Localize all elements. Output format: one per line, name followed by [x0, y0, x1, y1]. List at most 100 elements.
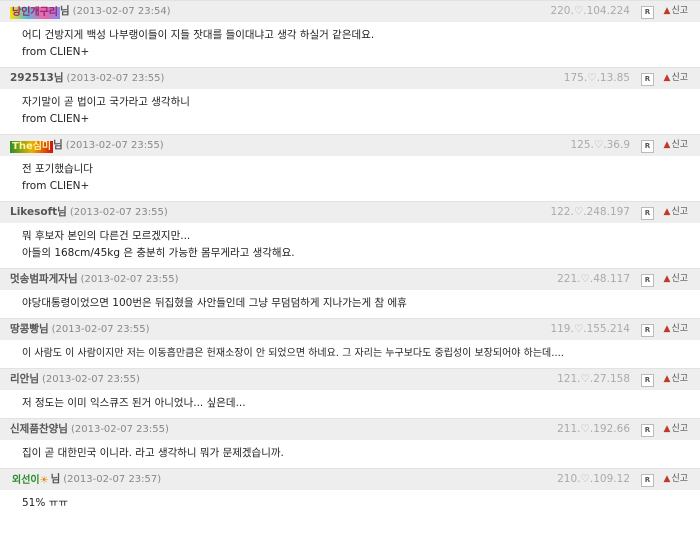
siren-icon: ▲	[663, 324, 671, 334]
comment-item: The심미 님 (2013-02-07 23:55) 125.♡.36.9 R ▲신…	[0, 134, 700, 201]
reply-button[interactable]: R	[641, 140, 654, 153]
comment-header: 리안님 (2013-02-07 23:55) 121.♡.27.158 R ▲신고	[0, 368, 700, 390]
comment-author[interactable]: 292513님 (2013-02-07 23:55)	[10, 68, 164, 89]
reply-button[interactable]: R	[641, 424, 654, 437]
comment-item: 멋송범파게자님 (2013-02-07 23:55) 221.♡.48.117 R…	[0, 268, 700, 318]
comment-item: 292513님 (2013-02-07 23:55) 175.♡.13.85 R …	[0, 67, 700, 134]
comment-text-line: from CLIEN+	[22, 180, 90, 192]
report-button[interactable]: ▲신고	[664, 319, 688, 340]
comment-date: (2013-02-07 23:55)	[51, 324, 150, 335]
nickname-text[interactable]: 292513님	[10, 72, 64, 84]
comment-body: 저 정도는 이미 익스큐즈 된거 아니었나... 싶은데...	[0, 390, 700, 418]
report-button[interactable]: ▲신고	[664, 202, 688, 223]
siren-icon: ▲	[663, 274, 671, 284]
comment-header: Likesoft님 (2013-02-07 23:55) 122.♡.248.19…	[0, 201, 700, 223]
report-button[interactable]: ▲신고	[664, 469, 688, 490]
nickname-image-text: 외선이	[12, 475, 40, 486]
comment-author[interactable]: 신제품찬양님 (2013-02-07 23:55)	[10, 419, 169, 440]
comment-list: 낭인개구리 님 (2013-02-07 23:54) 220.♡.104.224 R…	[0, 0, 700, 518]
comment-date: (2013-02-07 23:55)	[70, 424, 169, 435]
comment-text-line: 집이 곧 대한민국 이니라. 라고 생각하니 뭐가 문제겠습니까.	[22, 447, 284, 459]
siren-icon: ▲	[663, 374, 671, 384]
siren-icon: ▲	[663, 424, 671, 434]
nickname-text[interactable]: 땅콩빵님	[10, 323, 49, 335]
nickname-image[interactable]: The심미	[10, 141, 54, 153]
comment-ip: 211.♡.192.66	[557, 423, 630, 435]
comment-ip: 119.♡.155.214	[550, 323, 630, 335]
comment-text-line: from CLIEN+	[22, 113, 90, 125]
report-label: 신고	[671, 207, 688, 217]
comment-item: 리안님 (2013-02-07 23:55) 121.♡.27.158 R ▲신고…	[0, 368, 700, 418]
reply-button[interactable]: R	[641, 207, 654, 220]
nickname-suffix: 님	[50, 473, 61, 485]
comment-ip: 121.♡.27.158	[557, 373, 630, 385]
comment-item: 신제품찬양님 (2013-02-07 23:55) 211.♡.192.66 R …	[0, 418, 700, 468]
comment-text-line: 어디 건방지게 백성 나부랭이들이 지들 잣대를 들이대냐고 생각 하실거 같은…	[22, 29, 375, 41]
comment-header: 신제품찬양님 (2013-02-07 23:55) 211.♡.192.66 R …	[0, 418, 700, 440]
reply-button[interactable]: R	[641, 374, 654, 387]
nickname-suffix: 님	[53, 139, 63, 151]
comment-text-line: 아들의 168cm/45kg 은 충분히 가능한 몸무게라고 생각해요.	[22, 247, 295, 259]
comment-header: 멋송범파게자님 (2013-02-07 23:55) 221.♡.48.117 R…	[0, 268, 700, 290]
comment-author[interactable]: The심미 님 (2013-02-07 23:55)	[10, 135, 164, 156]
comment-ip: 210.♡.109.12	[557, 473, 630, 485]
report-button[interactable]: ▲신고	[664, 135, 688, 156]
comment-author[interactable]: Likesoft님 (2013-02-07 23:55)	[10, 202, 168, 223]
siren-icon: ▲	[663, 474, 671, 484]
comment-body: 어디 건방지게 백성 나부랭이들이 지들 잣대를 들이대냐고 생각 하실거 같은…	[0, 22, 700, 67]
comment-text-line: 이 사람도 이 사람이지만 저는 이동흡만큼은 헌재소장이 안 되었으면 하네요…	[22, 348, 564, 359]
comment-header: 외선이☀ 님 (2013-02-07 23:57) 210.♡.109.12 R ▲…	[0, 468, 700, 490]
siren-icon: ▲	[663, 140, 671, 150]
report-button[interactable]: ▲신고	[664, 269, 688, 290]
reply-button[interactable]: R	[641, 324, 654, 337]
comment-author[interactable]: 땅콩빵님 (2013-02-07 23:55)	[10, 319, 150, 340]
comment-text-line: 자기말이 곧 법이고 국가라고 생각하니	[22, 96, 190, 108]
report-button[interactable]: ▲신고	[664, 1, 688, 22]
report-button[interactable]: ▲신고	[664, 369, 688, 390]
report-label: 신고	[671, 374, 688, 384]
nickname-text[interactable]: 멋송범파게자님	[10, 273, 78, 285]
report-label: 신고	[671, 424, 688, 434]
comment-date: (2013-02-07 23:55)	[69, 207, 168, 218]
sunrise-icon: ☀	[39, 475, 49, 486]
comment-item: 낭인개구리 님 (2013-02-07 23:54) 220.♡.104.224 R…	[0, 0, 700, 67]
reply-button[interactable]: R	[641, 73, 654, 86]
comment-date: (2013-02-07 23:55)	[65, 140, 164, 151]
comment-text-line: from CLIEN+	[22, 46, 90, 58]
comment-author[interactable]: 낭인개구리 님 (2013-02-07 23:54)	[10, 1, 171, 22]
siren-icon: ▲	[663, 73, 671, 83]
comment-author[interactable]: 멋송범파게자님 (2013-02-07 23:55)	[10, 269, 179, 290]
comment-author[interactable]: 리안님 (2013-02-07 23:55)	[10, 369, 140, 390]
comment-text-line: 야당대통령이었으면 100번은 뒤집혔을 사안들인데 그냥 무덤덤하게 지나가는…	[22, 297, 407, 309]
comment-text-line: 51% ㅠㅠ	[22, 497, 68, 509]
nickname-image[interactable]: 낭인개구리	[10, 7, 60, 19]
comment-body: 야당대통령이었으면 100번은 뒤집혔을 사안들인데 그냥 무덤덤하게 지나가는…	[0, 290, 700, 318]
comment-ip: 122.♡.248.197	[550, 206, 630, 218]
report-button[interactable]: ▲신고	[664, 419, 688, 440]
comment-author[interactable]: 외선이☀ 님 (2013-02-07 23:57)	[10, 469, 161, 490]
nickname-text[interactable]: 리안님	[10, 373, 39, 385]
reply-button[interactable]: R	[641, 474, 654, 487]
report-label: 신고	[671, 140, 688, 150]
nickname-text[interactable]: 신제품찬양님	[10, 423, 68, 435]
comment-date: (2013-02-07 23:54)	[72, 6, 171, 17]
comment-ip: 220.♡.104.224	[550, 5, 630, 17]
comment-header: The심미 님 (2013-02-07 23:55) 125.♡.36.9 R ▲신…	[0, 134, 700, 156]
reply-button[interactable]: R	[641, 274, 654, 287]
comment-header: 땅콩빵님 (2013-02-07 23:55) 119.♡.155.214 R ▲…	[0, 318, 700, 340]
report-label: 신고	[671, 274, 688, 284]
comment-body: 전 포기했습니다 from CLIEN+	[0, 156, 700, 201]
nickname-suffix: 님	[60, 5, 70, 17]
comment-item: Likesoft님 (2013-02-07 23:55) 122.♡.248.19…	[0, 201, 700, 268]
comment-ip: 221.♡.48.117	[557, 273, 630, 285]
reply-button[interactable]: R	[641, 6, 654, 19]
nickname-text[interactable]: Likesoft님	[10, 206, 67, 218]
comment-body: 뭐 후보자 본인의 다른건 모르겠지만... 아들의 168cm/45kg 은 …	[0, 223, 700, 268]
nickname-image[interactable]: 외선이☀	[10, 475, 51, 487]
comment-header: 292513님 (2013-02-07 23:55) 175.♡.13.85 R …	[0, 67, 700, 89]
comment-header: 낭인개구리 님 (2013-02-07 23:54) 220.♡.104.224 R…	[0, 0, 700, 22]
comment-body: 자기말이 곧 법이고 국가라고 생각하니 from CLIEN+	[0, 89, 700, 134]
report-button[interactable]: ▲신고	[664, 68, 688, 89]
report-label: 신고	[671, 474, 688, 484]
comment-date: (2013-02-07 23:57)	[63, 474, 162, 485]
